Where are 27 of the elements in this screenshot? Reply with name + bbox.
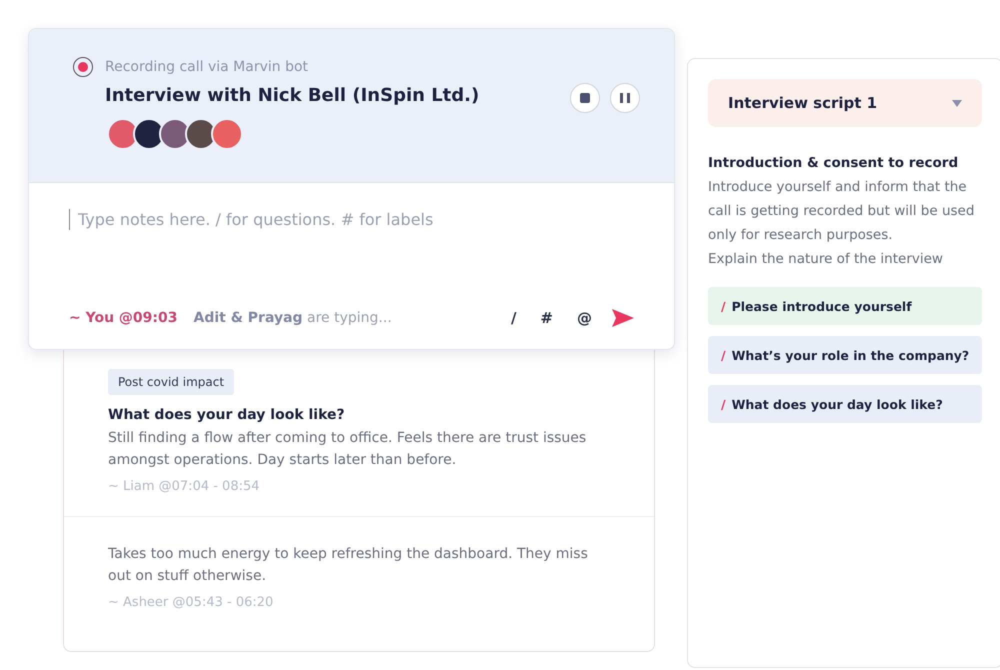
author-time: ~ You @09:03 <box>69 310 178 326</box>
note-meta: ~ Liam @07:04 - 08:54 <box>108 479 260 494</box>
recording-status: Recording call via Marvin bot <box>105 59 308 75</box>
label-tag: Post covid impact <box>108 369 234 395</box>
script-question[interactable]: / What’s your role in the company? <box>708 336 982 374</box>
note-text: Takes too much energy to keep refreshing the dashboard. They miss out on stuff otherwise. <box>108 545 589 586</box>
script-question[interactable]: / Please introduce yourself <box>708 287 982 325</box>
shortcut-button[interactable]: @ <box>573 309 596 327</box>
note-meta: ~ Asheer @05:43 - 06:20 <box>108 595 274 610</box>
notes-input[interactable]: Type notes here. / for questions. # for labels <box>69 209 569 230</box>
script-question[interactable]: / What does your day look like? <box>708 385 982 423</box>
pause-icon <box>620 93 630 103</box>
stop-icon <box>580 93 590 103</box>
shortcut-button[interactable]: # <box>536 309 557 327</box>
section-text: Introduce yourself and inform that the call is getting recorded but will be used only for research purposes. <box>708 178 976 245</box>
caret-icon <box>952 100 962 106</box>
send-icon[interactable] <box>612 309 634 327</box>
section-title: Introduction & consent to record <box>708 155 960 171</box>
note-question: What does your day look like? <box>108 407 345 423</box>
call-title: Interview with Nick Bell (InSpin Ltd.) <box>105 85 480 106</box>
shortcut-button[interactable]: / <box>506 309 520 327</box>
script-dropdown[interactable]: Interview script 1 <box>708 79 982 127</box>
section-text: Explain the nature of the interview <box>708 250 944 269</box>
typing-indicator: Adit & Prayag are typing... <box>193 310 393 326</box>
note-text: Still finding a flow after coming to office. Feels there are trust issues amongst operations. Day starts later than before. <box>108 429 588 470</box>
pause-button[interactable] <box>610 83 640 113</box>
stop-button[interactable] <box>570 83 600 113</box>
